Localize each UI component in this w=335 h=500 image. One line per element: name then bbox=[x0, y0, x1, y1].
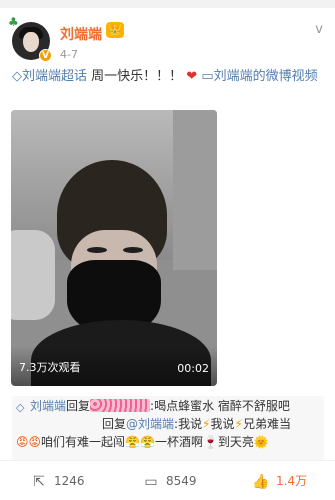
post-message: 周一快乐！！！ bbox=[87, 69, 183, 84]
comment-text: :喝点蜂蜜水 宿醉不舒服吧 bbox=[150, 399, 290, 413]
lightning-icon: ⚡ bbox=[234, 417, 243, 431]
reply-text: 我说 bbox=[210, 417, 235, 431]
reply-text: :我说 bbox=[174, 417, 203, 431]
reply-text: 兄弟难当 bbox=[242, 417, 291, 431]
reply-text: 到天亮 bbox=[217, 435, 254, 449]
video-player[interactable]: 7.3万次观看 00:02 bbox=[11, 110, 217, 386]
thumbs-up-icon: 👍 bbox=[252, 474, 270, 490]
sun-emoji-icon: 🌞 bbox=[253, 435, 269, 449]
diamond-icon: ◇ bbox=[16, 401, 25, 414]
comment-line: 回复@刘端端:我说⚡我说⚡兄弟难当 bbox=[102, 416, 335, 433]
more-options-icon[interactable]: v bbox=[315, 22, 323, 37]
video-view-count: 7.3万次观看 bbox=[19, 361, 81, 374]
lightning-icon: ⚡ bbox=[202, 417, 211, 431]
repost-button[interactable]: ⇱ 1246 bbox=[30, 471, 85, 491]
wine-emoji-icon: 🍷 bbox=[202, 435, 218, 449]
repost-icon: ⇱ bbox=[33, 474, 45, 490]
top-divider bbox=[0, 0, 335, 8]
redacted-username bbox=[90, 399, 151, 412]
video-link[interactable]: ▭刘端端的微博视频 bbox=[197, 69, 317, 84]
comment-line: 刘端端回复 :喝点蜂蜜水 宿醉不舒服吧 bbox=[30, 398, 330, 415]
username[interactable]: 刘端端 bbox=[60, 24, 102, 44]
featured-comment[interactable]: ◇ 刘端端回复:喝点蜂蜜水 宿醉不舒服吧 回复@刘端端:我说⚡我说⚡兄弟难当 😡… bbox=[12, 396, 324, 460]
heart-icon: ❤ bbox=[186, 69, 198, 84]
post-text: ◇刘端端超话 周一快乐！！！ ❤ ▭刘端端的微博视频 bbox=[12, 66, 324, 88]
post-date: 4-7 bbox=[60, 48, 78, 61]
comment-line: 😡😡咱们有难一起闯😤😤一杯酒啊🍷到天亮🌞 bbox=[16, 434, 316, 451]
tired-emoji-icon: 😤😤 bbox=[125, 435, 155, 449]
reply-text: 咱们有难一起闯 bbox=[41, 435, 126, 449]
avatar[interactable]: ♣ V bbox=[8, 16, 52, 62]
comment-button[interactable]: ▭ 8549 bbox=[142, 471, 197, 491]
like-count: 1.4万 bbox=[276, 474, 308, 488]
video-duration: 00:02 bbox=[177, 362, 209, 375]
reply-text: 一杯酒啊 bbox=[154, 435, 203, 449]
comment-icon: ▭ bbox=[144, 474, 158, 490]
reply-target[interactable]: @刘端端 bbox=[126, 417, 174, 431]
comment-author[interactable]: 刘端端 bbox=[30, 399, 66, 413]
comment-count: 8549 bbox=[166, 474, 197, 488]
reply-prefix: 回复 bbox=[102, 417, 127, 431]
reply-word: 回复 bbox=[66, 399, 91, 413]
like-button[interactable]: 👍 1.4万 bbox=[252, 471, 307, 491]
clover-icon: ♣ bbox=[8, 15, 19, 29]
post-header: ♣ V 刘端端 👑 4-7 v bbox=[0, 8, 335, 64]
angry-emoji-icon: 😡😡 bbox=[16, 435, 42, 449]
topic-link[interactable]: ◇刘端端超话 bbox=[12, 69, 87, 84]
repost-count: 1246 bbox=[54, 474, 85, 488]
crown-badge-icon: 👑 bbox=[106, 22, 124, 38]
verified-badge-icon: V bbox=[39, 49, 52, 62]
action-bar: ⇱ 1246 ▭ 8549 👍 1.4万 bbox=[0, 460, 335, 500]
